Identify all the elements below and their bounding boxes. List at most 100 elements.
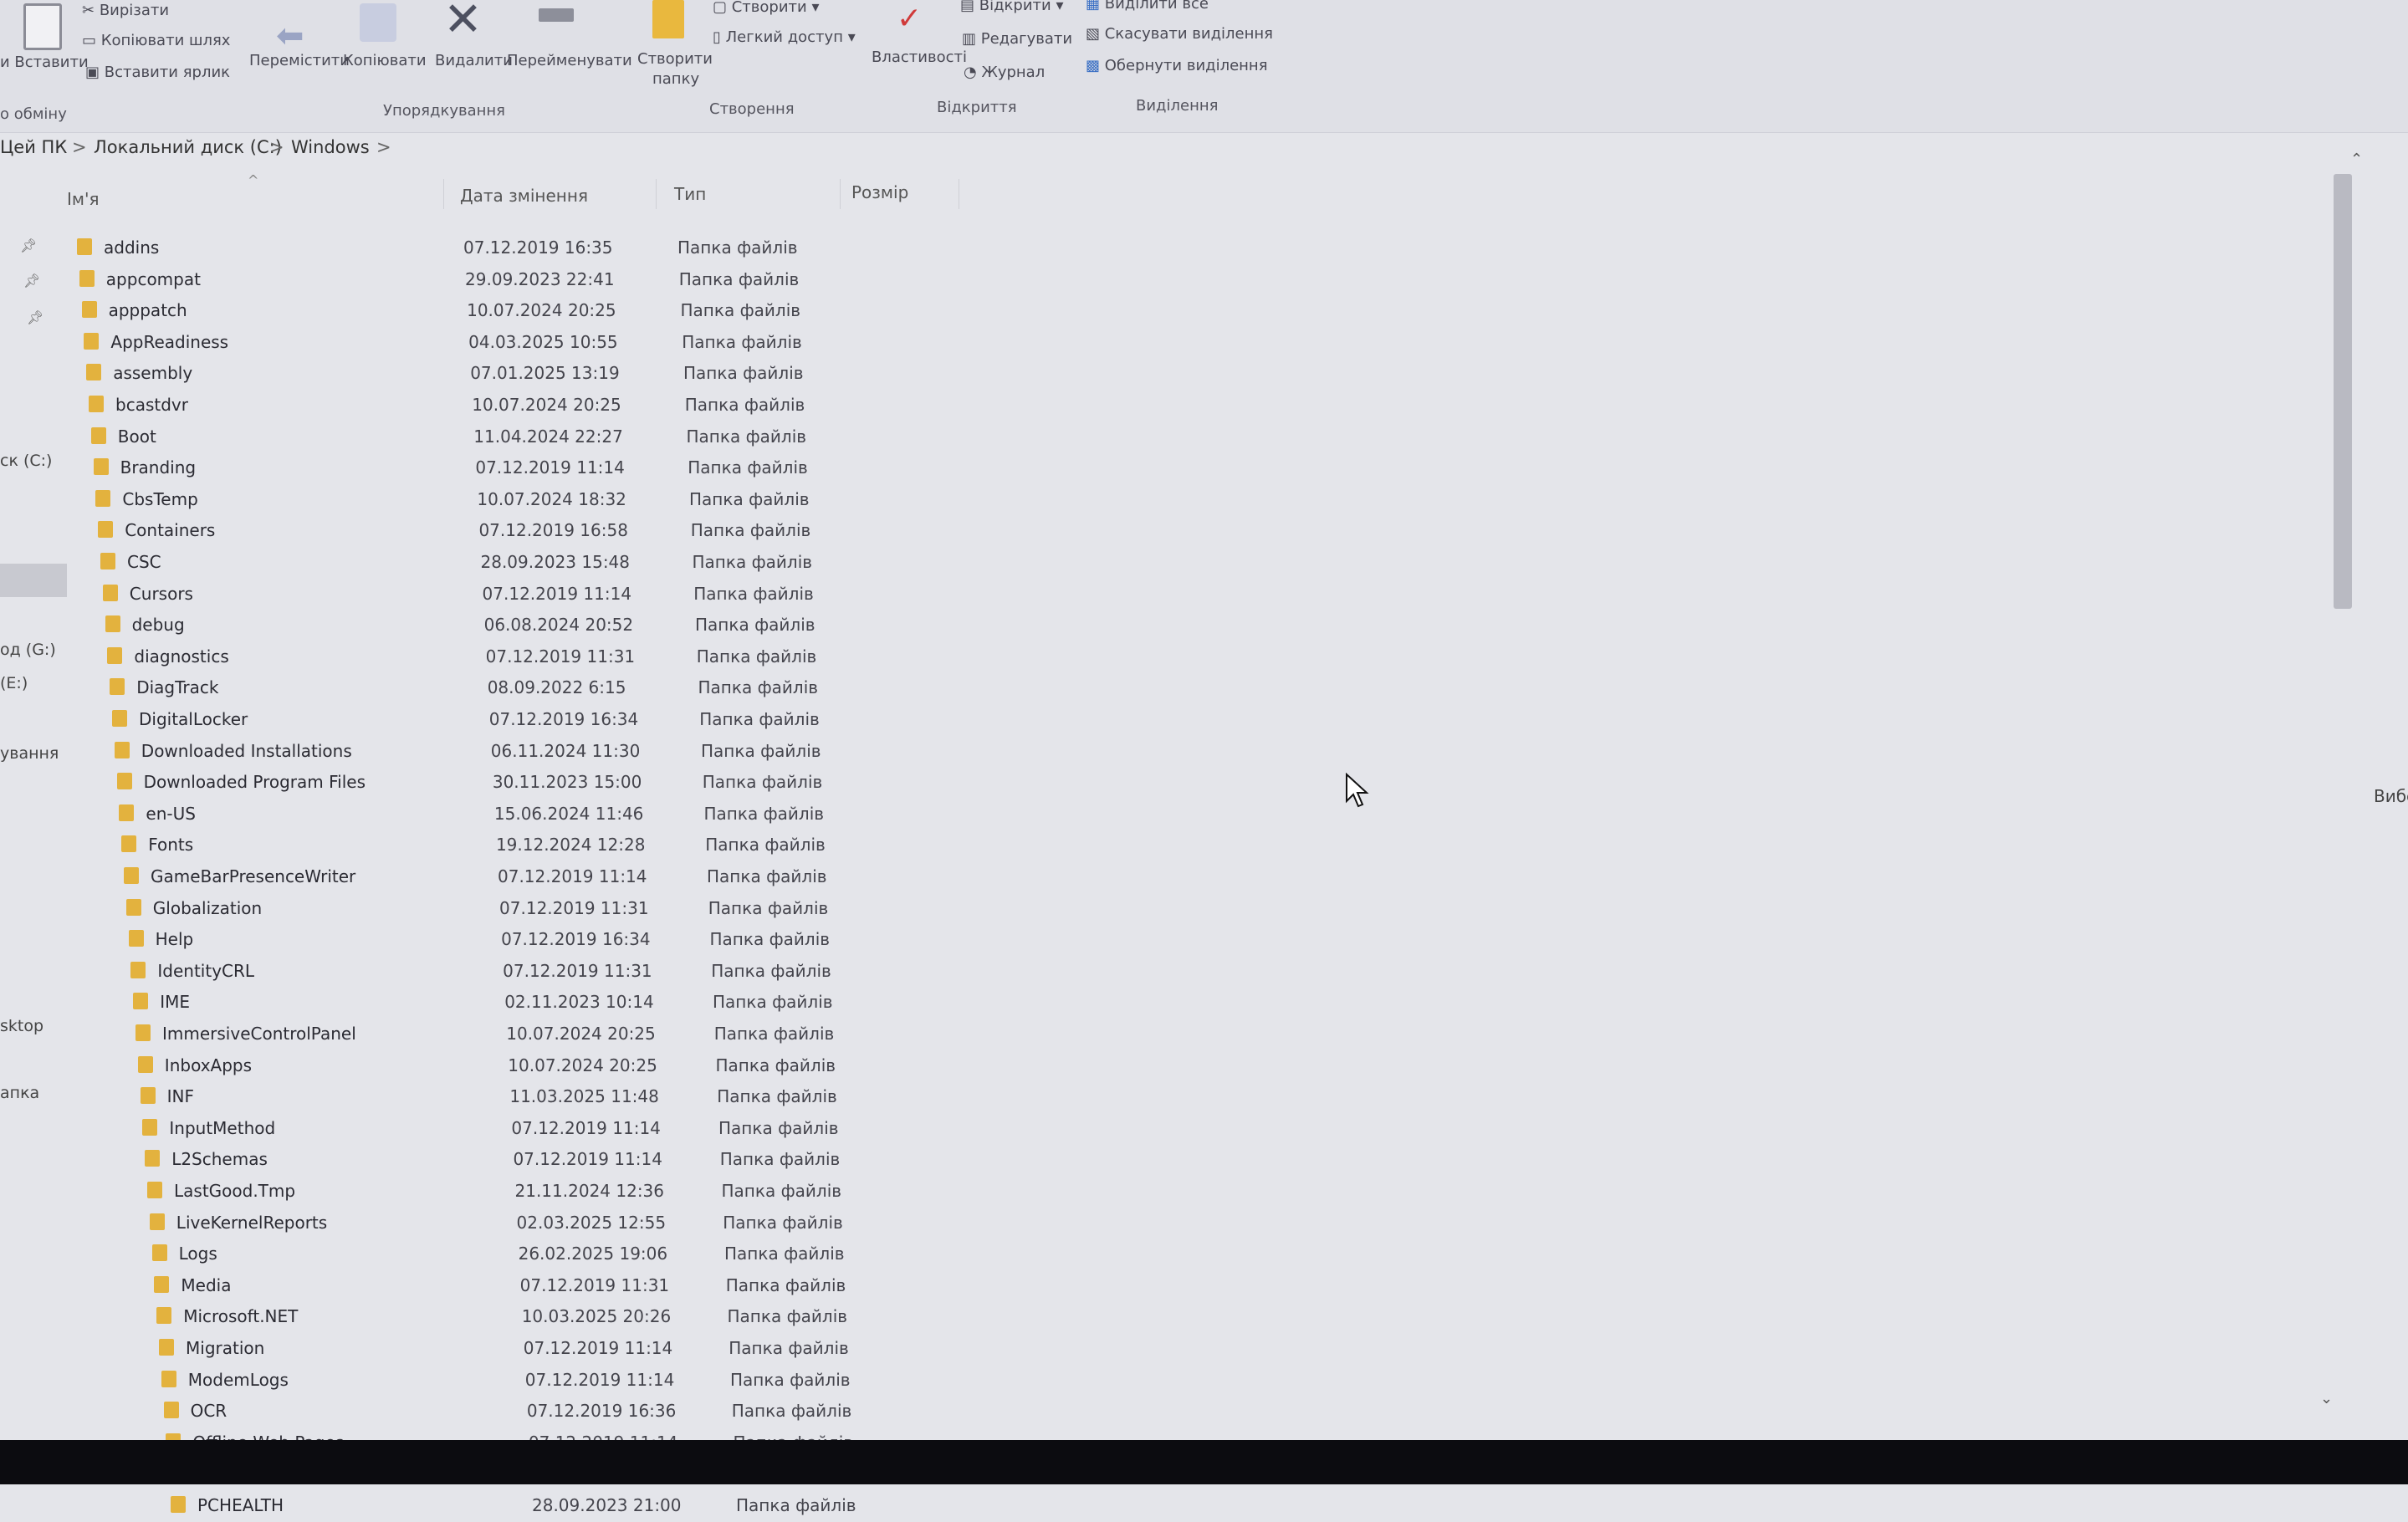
scrollbar-thumb[interactable]: [2334, 174, 2352, 609]
rename-button[interactable]: Перейменувати: [507, 52, 632, 69]
table-row[interactable]: L2Schemas 07.12.2019 11:14 Папка файлів: [0, 1146, 1171, 1176]
table-row[interactable]: Help 07.12.2019 16:34 Папка файлів: [0, 926, 1171, 956]
file-date: 29.09.2023 22:41: [465, 268, 615, 289]
folder-icon: [137, 1055, 153, 1073]
table-row[interactable]: Downloaded Program Files 30.11.2023 15:00…: [0, 769, 1171, 799]
file-type: Папка файлів: [719, 1149, 841, 1170]
select-none-button[interactable]: ▧ Скасувати виділення: [1086, 25, 1273, 43]
table-row[interactable]: GameBarPresenceWriter 07.12.2019 11:14 Пап…: [0, 863, 1171, 893]
breadcrumb-local-disk[interactable]: Локальний диск (C:): [94, 137, 282, 157]
table-row[interactable]: Containers 07.12.2019 16:58 Папка файлів: [0, 517, 1171, 547]
column-header-size[interactable]: Розмір: [851, 182, 908, 202]
file-date: 26.02.2025 19:06: [518, 1244, 668, 1264]
new-folder-icon: [652, 0, 684, 38]
table-row[interactable]: CbsTemp 10.07.2024 18:32 Папка файлів: [0, 486, 1171, 516]
select-all-button[interactable]: ▦ Виділити все: [1086, 0, 1209, 13]
file-name: DiagTrack: [136, 677, 219, 698]
edit-button[interactable]: ▥ Редагувати: [962, 30, 1072, 48]
file-type: Папка файлів: [686, 426, 807, 447]
scroll-down-icon[interactable]: ⌄: [2320, 1390, 2333, 1407]
file-name: Boot: [117, 426, 156, 447]
table-row[interactable]: Microsoft.NET 10.03.2025 20:26 Папка файлі…: [0, 1303, 1171, 1333]
copy-to-icon: [360, 3, 396, 42]
column-header-name[interactable]: Ім'я: [67, 189, 100, 209]
new-folder-button[interactable]: Створити: [637, 50, 713, 68]
file-name: InputMethod: [169, 1117, 276, 1138]
table-row[interactable]: Cursors 07.12.2019 11:14 Папка файлів: [0, 580, 1171, 610]
breadcrumb-separator[interactable]: >: [376, 137, 391, 157]
table-row[interactable]: ModemLogs 07.12.2019 11:14 Папка файлів: [0, 1366, 1171, 1397]
shortcut-icon: ▣: [85, 64, 105, 81]
file-type: Папка файлів: [729, 1338, 849, 1358]
table-row[interactable]: IME 02.11.2023 10:14 Папка файлів: [0, 988, 1171, 1019]
column-divider[interactable]: [656, 179, 657, 209]
easy-access-button[interactable]: ▯ Легкий доступ ▾: [713, 28, 856, 46]
table-row[interactable]: InboxApps 10.07.2024 20:25 Папка файлів: [0, 1052, 1171, 1082]
table-row[interactable]: OCR 07.12.2019 16:36 Папка файлів: [0, 1397, 1171, 1428]
table-row[interactable]: LiveKernelReports 02.03.2025 12:55 Папка ф…: [0, 1209, 1171, 1239]
file-name: OCR: [190, 1401, 228, 1422]
table-row[interactable]: diagnostics 07.12.2019 11:31 Папка файлів: [0, 643, 1171, 673]
table-row[interactable]: appcompat 29.09.2023 22:41 Папка файлів: [0, 266, 1171, 296]
table-row[interactable]: addins 07.12.2019 16:35 Папка файлів: [0, 234, 1171, 264]
history-button[interactable]: ◔ Журнал: [964, 64, 1045, 81]
table-row[interactable]: DigitalLocker 07.12.2019 16:34 Папка файлі…: [0, 706, 1171, 736]
breadcrumb-this-pc[interactable]: Цей ПК: [0, 137, 67, 157]
move-to-button[interactable]: Перемістити: [249, 52, 350, 69]
breadcrumb-separator[interactable]: >: [72, 137, 87, 157]
table-row[interactable]: Media 07.12.2019 11:31 Папка файлів: [0, 1272, 1171, 1302]
table-row[interactable]: assembly 07.01.2025 13:19 Папка файлів: [0, 360, 1171, 390]
properties-button[interactable]: Властивості: [872, 49, 967, 66]
file-type: Папка файлів: [725, 1274, 846, 1295]
open-button[interactable]: ▤ Відкрити ▾: [960, 0, 1063, 14]
copy-to-button[interactable]: Копіювати: [343, 52, 427, 69]
table-row[interactable]: apppatch 10.07.2024 20:25 Папка файлів: [0, 297, 1171, 327]
table-row[interactable]: Branding 07.12.2019 11:14 Папка файлів: [0, 454, 1171, 484]
table-row[interactable]: Migration 07.12.2019 11:14 Папка файлів: [0, 1335, 1171, 1365]
table-row[interactable]: DiagTrack 08.09.2022 6:15 Папка файлів: [0, 674, 1171, 704]
file-date: 07.12.2019 11:14: [511, 1117, 661, 1138]
table-row[interactable]: Globalization 07.12.2019 11:31 Папка файлі…: [0, 895, 1171, 925]
paste-button[interactable]: и Вставити: [0, 54, 89, 71]
scroll-up-icon[interactable]: ⌃: [2350, 151, 2363, 168]
file-name: AppReadiness: [110, 331, 229, 352]
column-header-type[interactable]: Тип: [674, 184, 706, 204]
table-row[interactable]: en-US 15.06.2024 11:46 Папка файлів: [0, 800, 1171, 830]
file-date: 07.12.2019 11:14: [523, 1338, 673, 1358]
file-name: Downloaded Program Files: [143, 772, 366, 793]
file-type: Папка файлів: [688, 457, 808, 478]
file-date: 07.12.2019 11:14: [498, 866, 647, 886]
column-divider[interactable]: [840, 179, 841, 209]
table-row[interactable]: Logs 26.02.2025 19:06 Папка файлів: [0, 1240, 1171, 1270]
table-row[interactable]: debug 06.08.2024 20:52 Папка файлів: [0, 611, 1171, 641]
column-header-date[interactable]: Дата змінення: [460, 186, 588, 206]
table-row[interactable]: ImmersiveControlPanel 10.07.2024 20:25 Пап…: [0, 1020, 1171, 1050]
table-row[interactable]: AppReadiness 04.03.2025 10:55 Папка файлів: [0, 329, 1171, 359]
breadcrumb-windows[interactable]: Windows: [291, 137, 370, 157]
file-name: Containers: [125, 520, 216, 541]
file-type: Папка файлів: [689, 488, 810, 509]
table-row[interactable]: Fonts 19.12.2024 12:28 Папка файлів: [0, 831, 1171, 861]
table-row[interactable]: CSC 28.09.2023 15:48 Папка файлів: [0, 549, 1171, 579]
table-row[interactable]: INF 11.03.2025 11:48 Папка файлів: [0, 1083, 1171, 1113]
folder-icon: [89, 396, 104, 412]
table-row[interactable]: Downloaded Installations 06.11.2024 11:30…: [0, 738, 1171, 768]
table-row[interactable]: IdentityCRL 07.12.2019 11:31 Папка файлів: [0, 958, 1171, 988]
table-row[interactable]: LastGood.Tmp 21.11.2024 12:36 Папка файлів: [0, 1177, 1171, 1208]
file-name: en-US: [146, 803, 196, 824]
breadcrumb-separator[interactable]: >: [269, 137, 284, 157]
table-row[interactable]: PCHEALTH 28.09.2023 21:00 Папка файлів: [0, 1492, 1171, 1522]
table-row[interactable]: Boot 11.04.2024 22:27 Папка файлів: [0, 423, 1171, 453]
table-row[interactable]: bcastdvr 10.07.2024 20:25 Папка файлів: [0, 391, 1171, 421]
invert-selection-button[interactable]: ▩ Обернути виділення: [1086, 57, 1268, 74]
column-divider[interactable]: [443, 179, 444, 209]
cut-button[interactable]: ✂ Вирізати: [82, 2, 169, 19]
table-row[interactable]: InputMethod 07.12.2019 11:14 Папка файлів: [0, 1115, 1171, 1145]
copy-path-button[interactable]: ▭ Копіювати шлях: [82, 32, 230, 49]
paste-shortcut-button[interactable]: ▣ Вставити ярлик: [85, 64, 230, 81]
file-name: Media: [181, 1274, 232, 1295]
move-to-icon: ⬅: [276, 17, 304, 55]
delete-button[interactable]: Видалити: [435, 52, 513, 69]
new-item-button[interactable]: ▢ Створити ▾: [713, 0, 819, 16]
file-date: 06.11.2024 11:30: [490, 740, 641, 761]
